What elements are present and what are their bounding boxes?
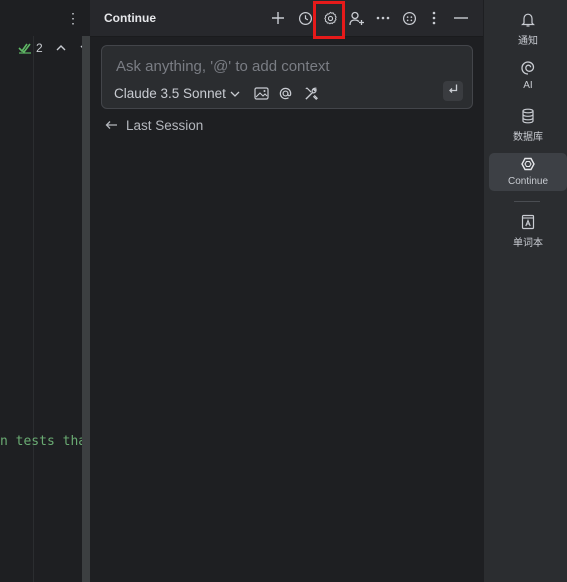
editor-kebab-icon[interactable]: ⋮ xyxy=(66,10,80,26)
wordbook-icon xyxy=(519,213,537,231)
inspection-widget[interactable]: 2 xyxy=(18,40,91,56)
model-select[interactable]: Claude 3.5 Sonnet xyxy=(114,84,240,102)
chevron-down-icon xyxy=(230,86,240,101)
editor-scrollbar[interactable] xyxy=(82,36,90,582)
last-session-label: Last Session xyxy=(126,117,204,133)
chat-input[interactable] xyxy=(114,55,458,77)
submit-button[interactable] xyxy=(443,81,463,101)
strip-item-label: 数据库 xyxy=(513,132,543,143)
emoji-icon[interactable] xyxy=(399,8,419,28)
strip-item-notifications[interactable]: 通知 xyxy=(489,9,567,47)
more-horizontal-icon[interactable] xyxy=(373,8,393,28)
indent-guide xyxy=(33,36,34,582)
strip-item-wordbook[interactable]: 单词本 xyxy=(489,211,567,249)
strip-item-ai[interactable]: AI xyxy=(489,57,567,95)
at-mention-icon[interactable] xyxy=(276,84,294,102)
chat-input-box: Claude 3.5 Sonnet xyxy=(101,45,473,109)
last-session-link[interactable]: Last Session xyxy=(105,116,203,134)
model-label: Claude 3.5 Sonnet xyxy=(114,85,226,101)
strip-item-label: 通知 xyxy=(518,36,538,47)
image-icon[interactable] xyxy=(252,84,270,102)
ai-swirl-icon xyxy=(519,59,537,77)
add-user-icon[interactable] xyxy=(347,8,367,28)
arrow-left-icon xyxy=(105,118,118,133)
kebab-icon[interactable] xyxy=(424,8,444,28)
editor-pane: ⋮ 2 n tests that xyxy=(0,0,90,582)
continue-panel: Continue Claude 3.5 Sonnet xyxy=(90,0,483,582)
inspection-count: 2 xyxy=(36,41,43,55)
minimize-icon[interactable] xyxy=(451,8,471,28)
panel-title: Continue xyxy=(104,11,156,25)
highlight-box xyxy=(313,1,345,39)
enter-icon xyxy=(447,82,459,100)
database-icon xyxy=(519,107,537,125)
tools-icon[interactable] xyxy=(302,84,320,102)
strip-item-label: AI xyxy=(523,80,533,91)
strip-item-label: 单词本 xyxy=(513,238,543,249)
strip-item-database[interactable]: 数据库 xyxy=(489,105,567,143)
strip-item-continue[interactable]: Continue xyxy=(489,153,567,191)
double-check-icon xyxy=(18,42,32,54)
chevron-up-icon[interactable] xyxy=(55,42,67,54)
history-icon[interactable] xyxy=(295,8,315,28)
strip-separator xyxy=(514,201,540,202)
panel-header: Continue xyxy=(90,0,483,39)
plus-icon[interactable] xyxy=(268,8,288,28)
bell-icon xyxy=(519,11,537,29)
code-line: n tests that xyxy=(0,434,82,449)
tool-window-strip: 通知 AI 数据库 Continue 单词本 xyxy=(483,0,567,582)
strip-item-label: Continue xyxy=(507,176,549,187)
continue-icon xyxy=(519,155,537,173)
